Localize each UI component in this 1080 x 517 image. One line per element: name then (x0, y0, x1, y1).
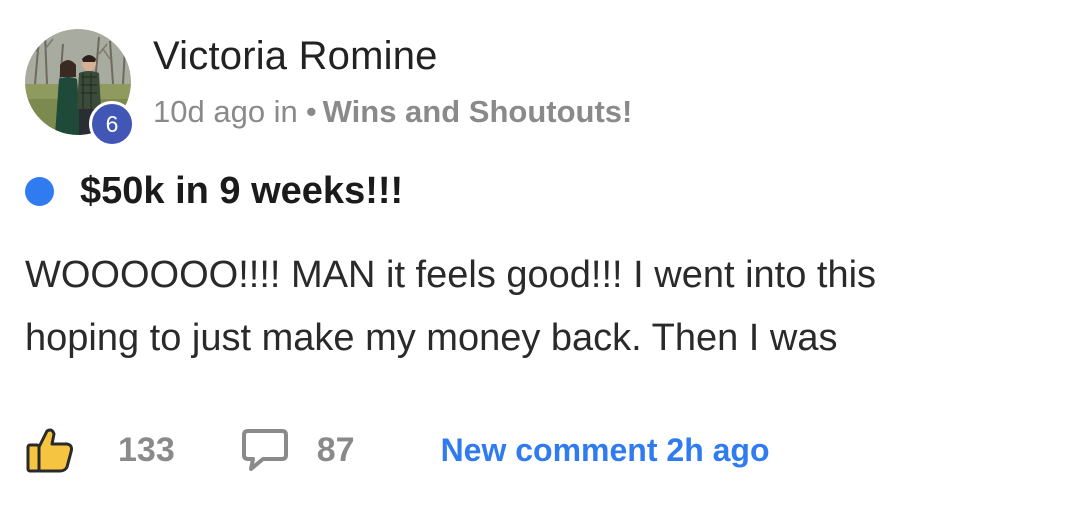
post-time: 10d ago in (153, 94, 298, 129)
meta-separator: • (305, 94, 317, 129)
speech-bubble-icon[interactable] (241, 427, 289, 473)
post-body[interactable]: WOOOOOO!!!! MAN it feels good!!! I went … (25, 244, 1055, 370)
author-avatar-container[interactable]: 6 (25, 29, 135, 147)
unread-dot (25, 176, 54, 206)
post-body-line: WOOOOOO!!!! MAN it feels good!!! I went … (25, 254, 877, 296)
new-comment-link[interactable]: New comment 2h ago (441, 432, 770, 469)
like-count: 133 (118, 430, 175, 469)
author-name[interactable]: Victoria Romine (153, 34, 438, 79)
post-footer: 133 87 New comment 2h ago (25, 422, 770, 478)
post-card[interactable]: 6 Victoria Romine 10d ago in • Wins and Sh… (0, 0, 1080, 517)
comment-count: 87 (316, 430, 355, 469)
like-button[interactable]: 133 (25, 425, 175, 475)
post-title-row[interactable]: $50k in 9 weeks!!! (25, 167, 403, 215)
category-link[interactable]: Wins and Shoutouts! (323, 94, 633, 129)
post-meta: 10d ago in • Wins and Shoutouts! (153, 94, 632, 130)
post-title[interactable]: $50k in 9 weeks!!! (80, 170, 403, 213)
level-badge: 6 (89, 101, 135, 147)
thumbs-up-icon[interactable] (25, 425, 75, 475)
comment-button[interactable]: 87 (241, 427, 355, 473)
post-body-line: hoping to just make my money back. Then … (25, 317, 838, 359)
